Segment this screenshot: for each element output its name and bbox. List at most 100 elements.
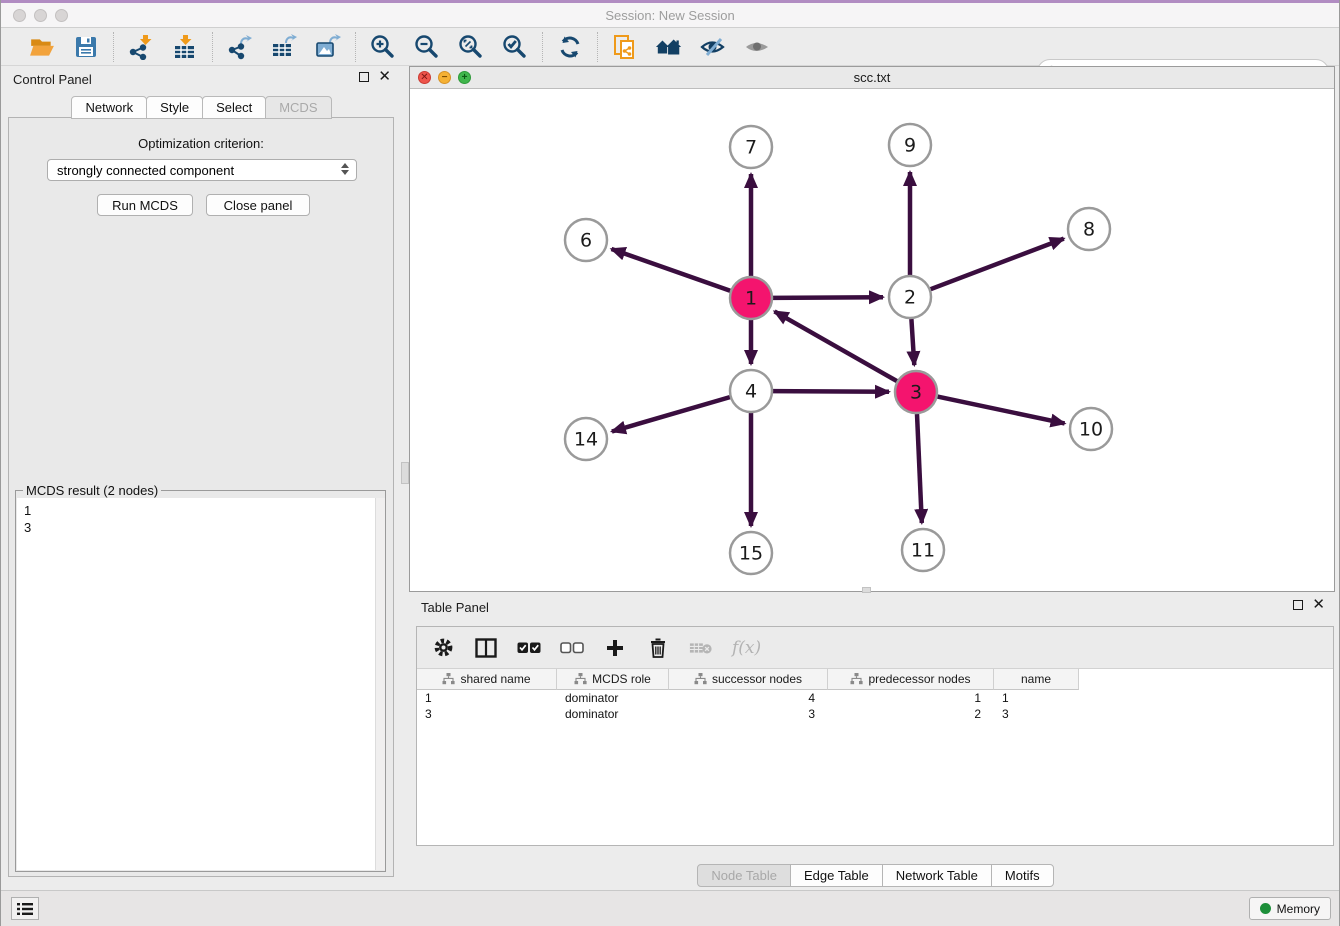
memory-label: Memory [1277,902,1320,916]
svg-text:7: 7 [745,137,757,159]
table-cell[interactable]: 1 [994,691,1079,705]
network-close-icon[interactable]: ✕ [418,71,431,84]
close-panel-button[interactable]: Close panel [206,194,310,216]
table-cell[interactable]: 3 [417,707,557,721]
deselect-all-icon[interactable] [560,636,584,660]
graph-node-1[interactable]: 1 [730,277,772,319]
mcds-result-item[interactable]: 3 [24,519,384,536]
network-canvas[interactable]: 7 9 6 8 1 2 4 3 14 10 15 11 [410,89,1334,591]
clone-network-icon[interactable] [611,33,639,61]
maximize-window-icon[interactable] [55,9,68,22]
zoom-selected-icon[interactable] [501,33,529,61]
graph-edge-1-6[interactable] [612,249,731,291]
select-all-icon[interactable] [517,636,541,660]
control-panel-close-icon[interactable]: ✕ [378,72,391,82]
zoom-fit-icon[interactable] [457,33,485,61]
network-minimize-icon[interactable]: − [438,71,451,84]
graph-node-9[interactable]: 9 [889,124,931,166]
zoom-in-icon[interactable] [369,33,397,61]
mcds-result-list[interactable]: 13 [17,498,384,870]
minimize-window-icon[interactable] [34,9,47,22]
network-maximize-icon[interactable]: + [458,71,471,84]
home-icon[interactable] [655,33,683,61]
table-cell[interactable]: 2 [828,707,994,721]
column-header-shared-name[interactable]: shared name [417,669,557,690]
mcds-result-item[interactable]: 1 [24,502,384,519]
column-header-name[interactable]: name [994,669,1079,690]
table-cell[interactable]: 3 [994,707,1079,721]
graph-node-6[interactable]: 6 [565,219,607,261]
graph-node-8[interactable]: 8 [1068,208,1110,250]
table-cell[interactable]: 1 [417,691,557,705]
close-window-icon[interactable] [13,9,26,22]
zoom-out-icon[interactable] [413,33,441,61]
graph-edge-1-2[interactable] [773,297,883,298]
graph-edge-3-10[interactable] [938,397,1065,424]
graph-edge-3-11[interactable] [917,414,922,523]
table-cell[interactable]: 1 [828,691,994,705]
show-all-eye-icon[interactable] [743,33,771,61]
title-bar: Session: New Session [1,3,1339,28]
task-history-button[interactable] [11,897,39,920]
graph-edge-2-3[interactable] [911,319,914,365]
graph-node-15[interactable]: 15 [730,532,772,574]
graph-node-7[interactable]: 7 [730,126,772,168]
tab-mcds[interactable]: MCDS [265,96,331,119]
network-window-titlebar[interactable]: scc.txt ✕ − + [410,67,1334,89]
add-row-icon[interactable] [603,636,627,660]
table-row[interactable]: 1dominator411 [417,690,1333,706]
graph-node-2[interactable]: 2 [889,276,931,318]
memory-button[interactable]: Memory [1249,897,1331,920]
function-builder-icon[interactable]: f(x) [732,638,761,658]
delete-table-icon[interactable] [689,636,713,660]
panel-splitter[interactable] [401,66,409,886]
node-table: f(x) shared nameMCDS rolesuccessor nodes… [416,626,1334,846]
hide-selected-eye-icon[interactable] [699,33,727,61]
run-mcds-button[interactable]: Run MCDS [97,194,193,216]
graph-node-4[interactable]: 4 [730,370,772,412]
graph-node-11[interactable]: 11 [902,529,944,571]
table-cell[interactable]: dominator [557,707,669,721]
result-scrollbar[interactable] [375,498,385,870]
export-image-icon[interactable] [314,33,342,61]
export-network-icon[interactable] [226,33,254,61]
graph-edge-4-14[interactable] [612,397,730,431]
table-panel-float-icon[interactable] [1293,600,1303,610]
save-session-icon[interactable] [72,33,100,61]
table-panel-title: Table Panel [421,600,489,615]
optimization-criterion-select[interactable]: strongly connected component [47,159,357,181]
export-table-icon[interactable] [270,33,298,61]
import-table-icon[interactable] [171,33,199,61]
tab-style[interactable]: Style [146,96,203,119]
delete-row-icon[interactable] [646,636,670,660]
tab-select[interactable]: Select [202,96,266,119]
table-cell[interactable]: 4 [669,691,828,705]
open-session-icon[interactable] [28,33,56,61]
column-header-predecessor-nodes[interactable]: predecessor nodes [828,669,994,690]
svg-text:9: 9 [904,135,916,157]
tab-network[interactable]: Network [71,96,147,119]
tab-node-table[interactable]: Node Table [697,864,791,887]
network-window-grip[interactable] [862,587,871,593]
graph-edge-2-8[interactable] [931,239,1064,290]
tab-network-table[interactable]: Network Table [882,864,992,887]
graph-node-14[interactable]: 14 [565,418,607,460]
tab-motifs[interactable]: Motifs [991,864,1054,887]
table-toolbar: f(x) [417,627,1333,669]
import-network-icon[interactable] [127,33,155,61]
column-header-MCDS-role[interactable]: MCDS role [557,669,669,690]
column-header-successor-nodes[interactable]: successor nodes [669,669,828,690]
tab-edge-table[interactable]: Edge Table [790,864,883,887]
table-panel-close-icon[interactable]: ✕ [1312,600,1325,610]
graph-node-3[interactable]: 3 [895,371,937,413]
graph-edge-3-1[interactable] [775,311,897,381]
graph-node-10[interactable]: 10 [1070,408,1112,450]
table-cell[interactable]: dominator [557,691,669,705]
table-row[interactable]: 3dominator323 [417,706,1333,722]
graph-edge-4-3[interactable] [773,391,889,392]
control-panel-float-icon[interactable] [359,72,369,82]
split-view-icon[interactable] [474,636,498,660]
table-cell[interactable]: 3 [669,707,828,721]
table-settings-icon[interactable] [431,636,455,660]
refresh-icon[interactable] [556,33,584,61]
